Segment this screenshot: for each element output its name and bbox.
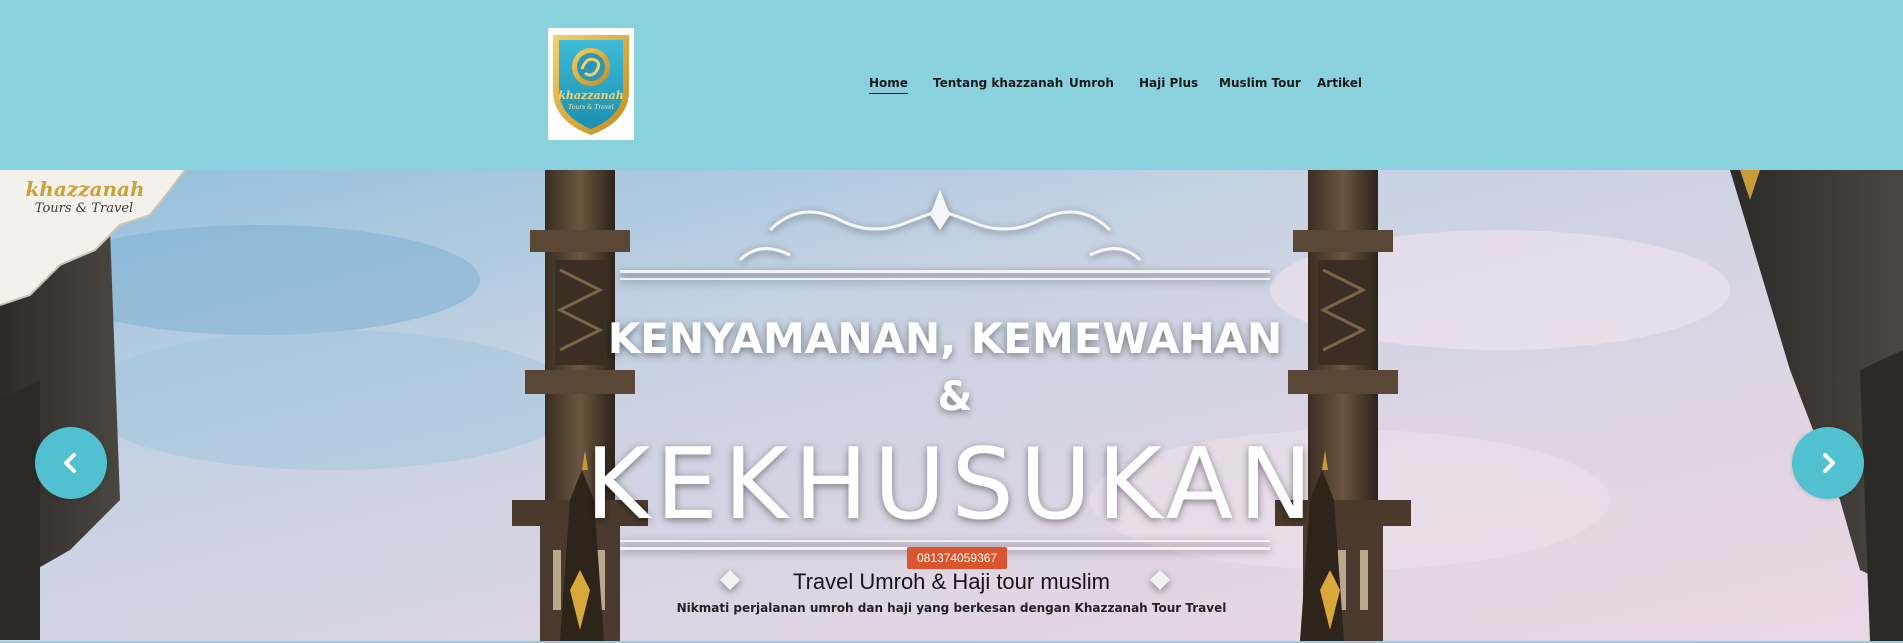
slider-next-button[interactable]: [1792, 427, 1864, 499]
hero-caption-subtitle: Nikmati perjalanan umroh dan haji yang b…: [676, 601, 1227, 615]
nav-item-muslim-tour[interactable]: Muslim Tour: [1219, 76, 1301, 90]
chevron-right-icon: [1823, 453, 1835, 473]
nav-item-tentang-khazzanah[interactable]: Tentang khazzanah: [933, 76, 1063, 90]
hero-corner-brand-sub: Tours & Travel: [35, 201, 133, 216]
phone-badge[interactable]: 081374059367: [907, 547, 1008, 569]
nav-item-haji-plus[interactable]: Haji Plus: [1139, 76, 1198, 90]
main-nav: Home Tentang khazzanah Umroh Haji Plus M…: [0, 70, 1903, 100]
nav-item-umroh[interactable]: Umroh: [1069, 76, 1114, 90]
slider-prev-button[interactable]: [35, 427, 107, 499]
nav-item-home[interactable]: Home: [869, 76, 908, 94]
hero-headline-line1: KENYAMANAN, KEMEWAHAN: [608, 314, 1282, 363]
hero-caption-title: Travel Umroh & Haji tour muslim: [792, 569, 1111, 594]
hero-headline-line3: KEKHUSUKAN: [586, 428, 1319, 542]
logo-sub-text: Tours & Travel: [568, 104, 614, 111]
hero-headline-amp: &: [938, 374, 973, 420]
hero-corner-brand-name: khazzanah: [25, 177, 144, 201]
chevron-left-icon: [64, 453, 76, 473]
site-header: khazzanah Tours & Travel Home Tentang kh…: [0, 0, 1903, 170]
nav-item-artikel[interactable]: Artikel: [1317, 76, 1362, 90]
